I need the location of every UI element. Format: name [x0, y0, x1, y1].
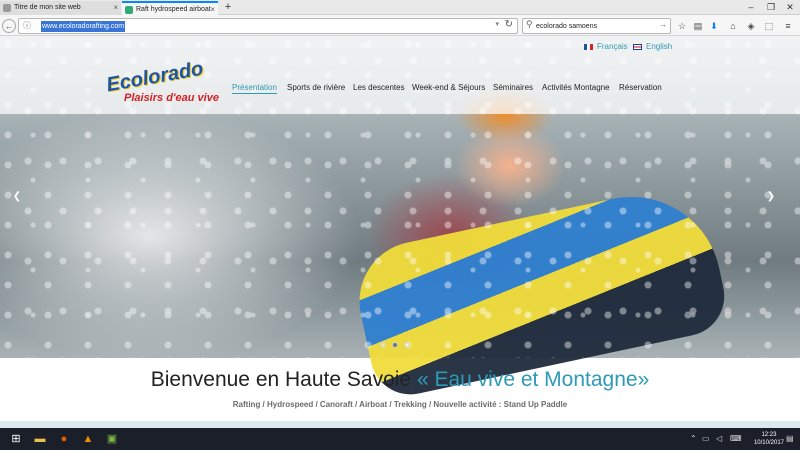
carousel-dot[interactable] [380, 342, 386, 348]
notifications-icon[interactable]: ▤ [786, 434, 794, 443]
taskbar: ⊞ ▬ ● ▲ ▣ ⌃ ▭ ◁ ⌨ 12:23 10/10/2017 ▤ [0, 428, 800, 450]
downloads-icon[interactable]: ⬇ [708, 20, 720, 32]
close-tab-icon[interactable]: × [113, 1, 118, 15]
tab-site-title[interactable]: Titre de mon site web × [0, 1, 121, 15]
dropdown-arrow-icon[interactable]: ▾ [495, 20, 499, 28]
nav-week-end-sejours[interactable]: Week-end & Séjours [412, 83, 485, 93]
extension-icon[interactable]: ⬚ [763, 20, 775, 32]
carousel-dot-active[interactable] [392, 342, 398, 348]
welcome-main: Bienvenue en Haute Savoie [150, 368, 417, 391]
nav-activites-montagne[interactable]: Activités Montagne [542, 83, 610, 93]
vlc-icon[interactable]: ▲ [80, 431, 96, 447]
language-label: Français [597, 42, 628, 51]
welcome-heading: Bienvenue en Haute Savoie « Eau vive et … [0, 367, 800, 393]
close-tab-icon[interactable]: × [210, 3, 215, 15]
tab-bar: Titre de mon site web × Raft hydrospeed … [0, 0, 800, 15]
clock-date: 10/10/2017 [753, 440, 784, 446]
favicon-icon [3, 4, 11, 12]
file-explorer-icon[interactable]: ▬ [32, 431, 48, 447]
activities-subtitle: Rafting / Hydrospeed / Canoraft / Airboa… [232, 400, 568, 409]
url-text[interactable]: www.ecoloradorafting.com [41, 21, 126, 32]
menu-icon[interactable]: ≡ [782, 20, 794, 32]
carousel-prev-icon[interactable]: ❮ [12, 191, 22, 202]
search-query[interactable]: ecolorado samoens [536, 21, 597, 32]
home-icon[interactable]: ⌂ [727, 20, 739, 32]
logo-tagline: Plaisirs d'eau vive [124, 92, 219, 104]
nav-reservation[interactable]: Réservation [619, 83, 662, 93]
volume-icon[interactable]: ◁ [716, 434, 722, 443]
firefox-icon[interactable]: ● [56, 431, 72, 447]
web-page: ❮ ❯ Ecolorado Plaisirs d'eau vive França… [0, 36, 800, 428]
nav-les-descentes[interactable]: Les descentes [353, 83, 405, 93]
reload-icon[interactable]: ↻ [505, 19, 513, 30]
network-icon[interactable]: ▭ [702, 434, 710, 443]
language-french[interactable]: Français [584, 42, 628, 52]
section-divider [0, 421, 800, 428]
maximize-button[interactable]: ❐ [761, 0, 781, 14]
favicon-icon [125, 6, 133, 14]
close-window-button[interactable]: ✕ [780, 0, 800, 14]
tab-title: Raft hydrospeed airboat [136, 6, 211, 13]
carousel-dot[interactable] [404, 342, 410, 348]
site-info-icon[interactable]: ⓘ [23, 20, 31, 31]
system-clock[interactable]: 12:23 10/10/2017 [754, 431, 784, 447]
search-go-icon[interactable]: → [659, 20, 667, 29]
language-label: English [646, 42, 673, 51]
nav-seminaires[interactable]: Séminaires [493, 83, 533, 93]
pocket-icon[interactable]: ◈ [745, 20, 757, 32]
welcome-highlight: « Eau vive et Montagne» [416, 368, 650, 391]
nav-presentation[interactable]: Présentation [232, 83, 277, 94]
bookmark-star-icon[interactable]: ☆ [676, 20, 688, 32]
navigation-toolbar: ← ⓘ www.ecoloradorafting.com ▾ ↻ ⚲ ecolo… [0, 15, 800, 36]
library-icon[interactable]: ▤ [692, 20, 704, 32]
address-bar[interactable]: ⓘ www.ecoloradorafting.com ▾ ↻ [18, 18, 518, 34]
tab-title: Titre de mon site web [14, 4, 81, 11]
search-icon: ⚲ [526, 19, 533, 29]
back-button[interactable]: ← [2, 19, 16, 33]
uk-flag-icon [633, 43, 642, 50]
new-tab-button[interactable]: + [221, 0, 235, 14]
language-english[interactable]: English [633, 42, 672, 52]
search-bar[interactable]: ⚲ ecolorado samoens → [522, 18, 671, 34]
notepad-app-icon[interactable]: ▣ [104, 431, 120, 447]
site-logo[interactable]: Ecolorado Plaisirs d'eau vive [105, 58, 219, 114]
windows-start-icon[interactable]: ⊞ [8, 431, 24, 447]
tab-rafting[interactable]: Raft hydrospeed airboat × [122, 1, 218, 15]
tray-chevron-icon[interactable]: ⌃ [690, 434, 697, 443]
french-flag-icon [584, 43, 593, 50]
carousel-next-icon[interactable]: ❯ [766, 191, 776, 202]
ime-icon[interactable]: ⌨ [730, 434, 742, 443]
nav-sports-de-riviere[interactable]: Sports de rivière [287, 83, 345, 93]
site-header: Ecolorado Plaisirs d'eau vive Français E… [0, 36, 800, 114]
clock-time: 12:23 [761, 432, 777, 438]
minimize-button[interactable]: – [741, 0, 761, 14]
